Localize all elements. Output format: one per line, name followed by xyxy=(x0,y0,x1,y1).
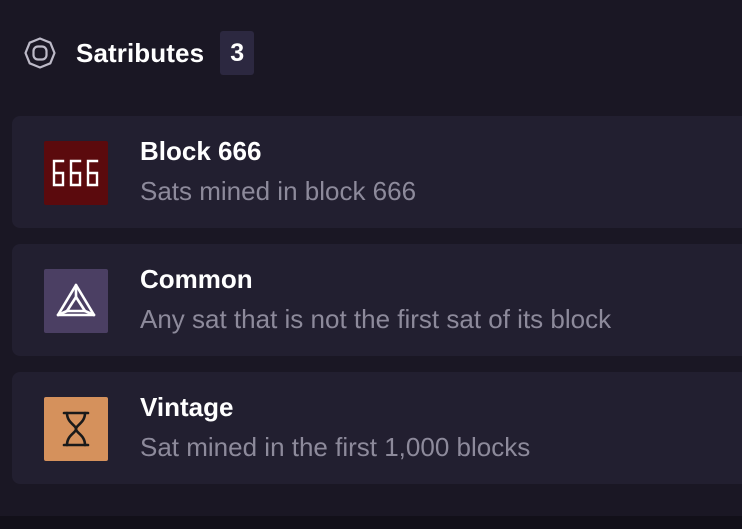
block-666-icon xyxy=(44,141,108,205)
satribute-title: Common xyxy=(140,264,253,294)
section-title: Satributes xyxy=(76,37,205,68)
satribute-description: Sat mined in the first 1,000 blocks xyxy=(140,432,531,462)
hourglass-icon xyxy=(44,397,108,461)
satributes-list: Block 666 Sats mined in block 666 Common… xyxy=(12,116,742,500)
satribute-card-vintage[interactable]: Vintage Sat mined in the first 1,000 blo… xyxy=(12,372,742,484)
bottom-divider xyxy=(0,516,742,529)
satribute-description: Any sat that is not the first sat of its… xyxy=(140,304,612,334)
count-badge: 3 xyxy=(220,31,255,75)
satributes-panel: Satributes 3 Block 666 Sats mined in blo… xyxy=(0,0,742,516)
satributes-header: Satributes 3 xyxy=(22,31,255,75)
satribute-description: Sats mined in block 666 xyxy=(140,176,417,206)
satribute-card-block-666[interactable]: Block 666 Sats mined in block 666 xyxy=(12,116,742,228)
satributes-icon xyxy=(22,35,58,71)
satribute-card-common[interactable]: Common Any sat that is not the first sat… xyxy=(12,244,742,356)
satribute-title: Block 666 xyxy=(140,136,262,166)
satribute-title: Vintage xyxy=(140,392,234,422)
triangle-icon xyxy=(44,269,108,333)
